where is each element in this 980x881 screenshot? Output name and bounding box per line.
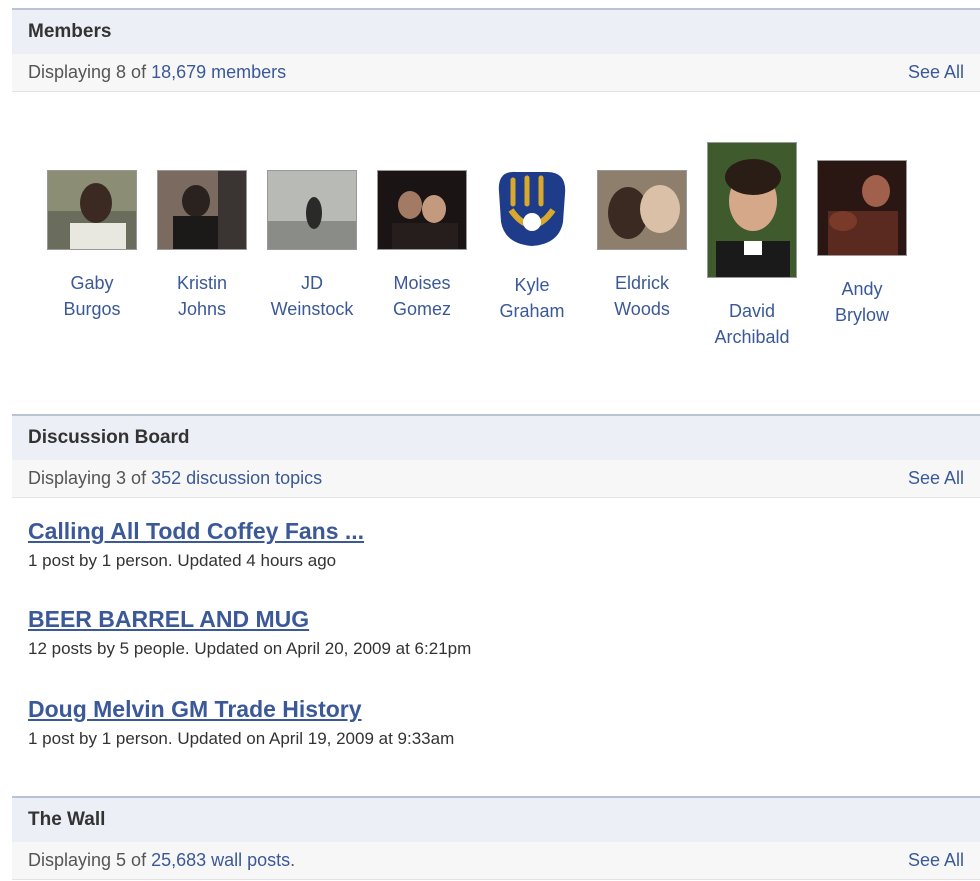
topic-meta: 1 post by 1 person. Updated on April 19,… [28, 729, 455, 748]
wall-header-title: The Wall [28, 809, 106, 830]
member-photo[interactable] [157, 170, 247, 250]
discussion-see-all-link[interactable]: See All [908, 468, 964, 489]
member-item[interactable]: Eldrick Woods [587, 140, 697, 322]
discussion-count-link[interactable]: 352 discussion topics [151, 468, 322, 488]
member-item[interactable]: David Archibald [697, 140, 807, 350]
member-photo-image [48, 171, 136, 249]
member-name[interactable]: Kyle Graham [477, 272, 587, 324]
member-photo-image [598, 171, 686, 249]
discussion-header-title: Discussion Board [28, 427, 190, 448]
wall-see-all-link[interactable]: See All [908, 850, 964, 871]
member-item[interactable]: Moises Gomez [367, 140, 477, 322]
brewers-glove-logo [498, 171, 566, 246]
topic-title-link[interactable]: Doug Melvin GM Trade History [28, 696, 454, 723]
topic-title-link[interactable]: Calling All Todd Coffey Fans ... [28, 518, 364, 545]
discussion-count: Displaying 3 of 352 discussion topics [28, 468, 323, 488]
wall-count: Displaying 5 of 25,683 wall posts. [28, 850, 296, 870]
topic-meta: 1 post by 1 person. Updated 4 hours ago [28, 551, 337, 570]
members-list: Gaby Burgos Kristin Johns JD Weinstock M… [12, 140, 980, 360]
discussion-topic: Doug Melvin GM Trade History 1 post by 1… [28, 696, 454, 749]
member-name[interactable]: Eldrick Woods [587, 270, 697, 322]
members-subbar: Displaying 8 of 18,679 members See All [12, 54, 980, 92]
wall-header: The Wall [12, 796, 980, 842]
member-item[interactable]: Gaby Burgos [37, 140, 147, 322]
wall-subbar: Displaying 5 of 25,683 wall posts. See A… [12, 842, 980, 880]
members-count-link[interactable]: 18,679 members [151, 62, 286, 82]
topic-meta: 12 posts by 5 people. Updated on April 2… [28, 639, 472, 658]
discussion-section: Discussion Board Displaying 3 of 352 dis… [12, 414, 980, 498]
member-name[interactable]: JD Weinstock [257, 270, 367, 322]
members-section: Members Displaying 8 of 18,679 members S… [12, 8, 980, 92]
member-photo-image [158, 171, 246, 249]
members-see-all-link[interactable]: See All [908, 62, 964, 83]
member-name[interactable]: Gaby Burgos [37, 270, 147, 322]
member-photo[interactable] [707, 142, 797, 278]
topic-title-link[interactable]: BEER BARREL AND MUG [28, 606, 471, 633]
member-item[interactable]: Kristin Johns [147, 140, 257, 322]
member-photo-image [818, 161, 906, 255]
wall-section: The Wall Displaying 5 of 25,683 wall pos… [12, 796, 980, 880]
discussion-topic: BEER BARREL AND MUG 12 posts by 5 people… [28, 606, 471, 659]
member-photo[interactable] [267, 170, 357, 250]
discussion-subbar: Displaying 3 of 352 discussion topics Se… [12, 460, 980, 498]
member-photo[interactable] [377, 170, 467, 250]
wall-count-link[interactable]: 25,683 wall posts [151, 850, 290, 870]
discussion-header: Discussion Board [12, 414, 980, 460]
member-name[interactable]: Andy Brylow [807, 276, 917, 328]
member-item[interactable]: JD Weinstock [257, 140, 367, 322]
member-name[interactable]: Kristin Johns [147, 270, 257, 322]
member-item[interactable]: Kyle Graham [477, 140, 587, 324]
member-photo-image [378, 171, 466, 249]
discussion-topic: Calling All Todd Coffey Fans ... 1 post … [28, 518, 364, 571]
member-photo[interactable] [817, 160, 907, 256]
member-name[interactable]: David Archibald [697, 298, 807, 350]
member-photo[interactable] [487, 162, 577, 252]
member-name[interactable]: Moises Gomez [367, 270, 477, 322]
member-photo[interactable] [597, 170, 687, 250]
member-item[interactable]: Andy Brylow [807, 140, 917, 328]
members-count: Displaying 8 of 18,679 members [28, 62, 287, 82]
members-header: Members [12, 8, 980, 54]
member-photo-image [268, 171, 356, 249]
members-header-title: Members [28, 21, 112, 42]
member-photo-image [708, 143, 796, 277]
member-photo[interactable] [47, 170, 137, 250]
